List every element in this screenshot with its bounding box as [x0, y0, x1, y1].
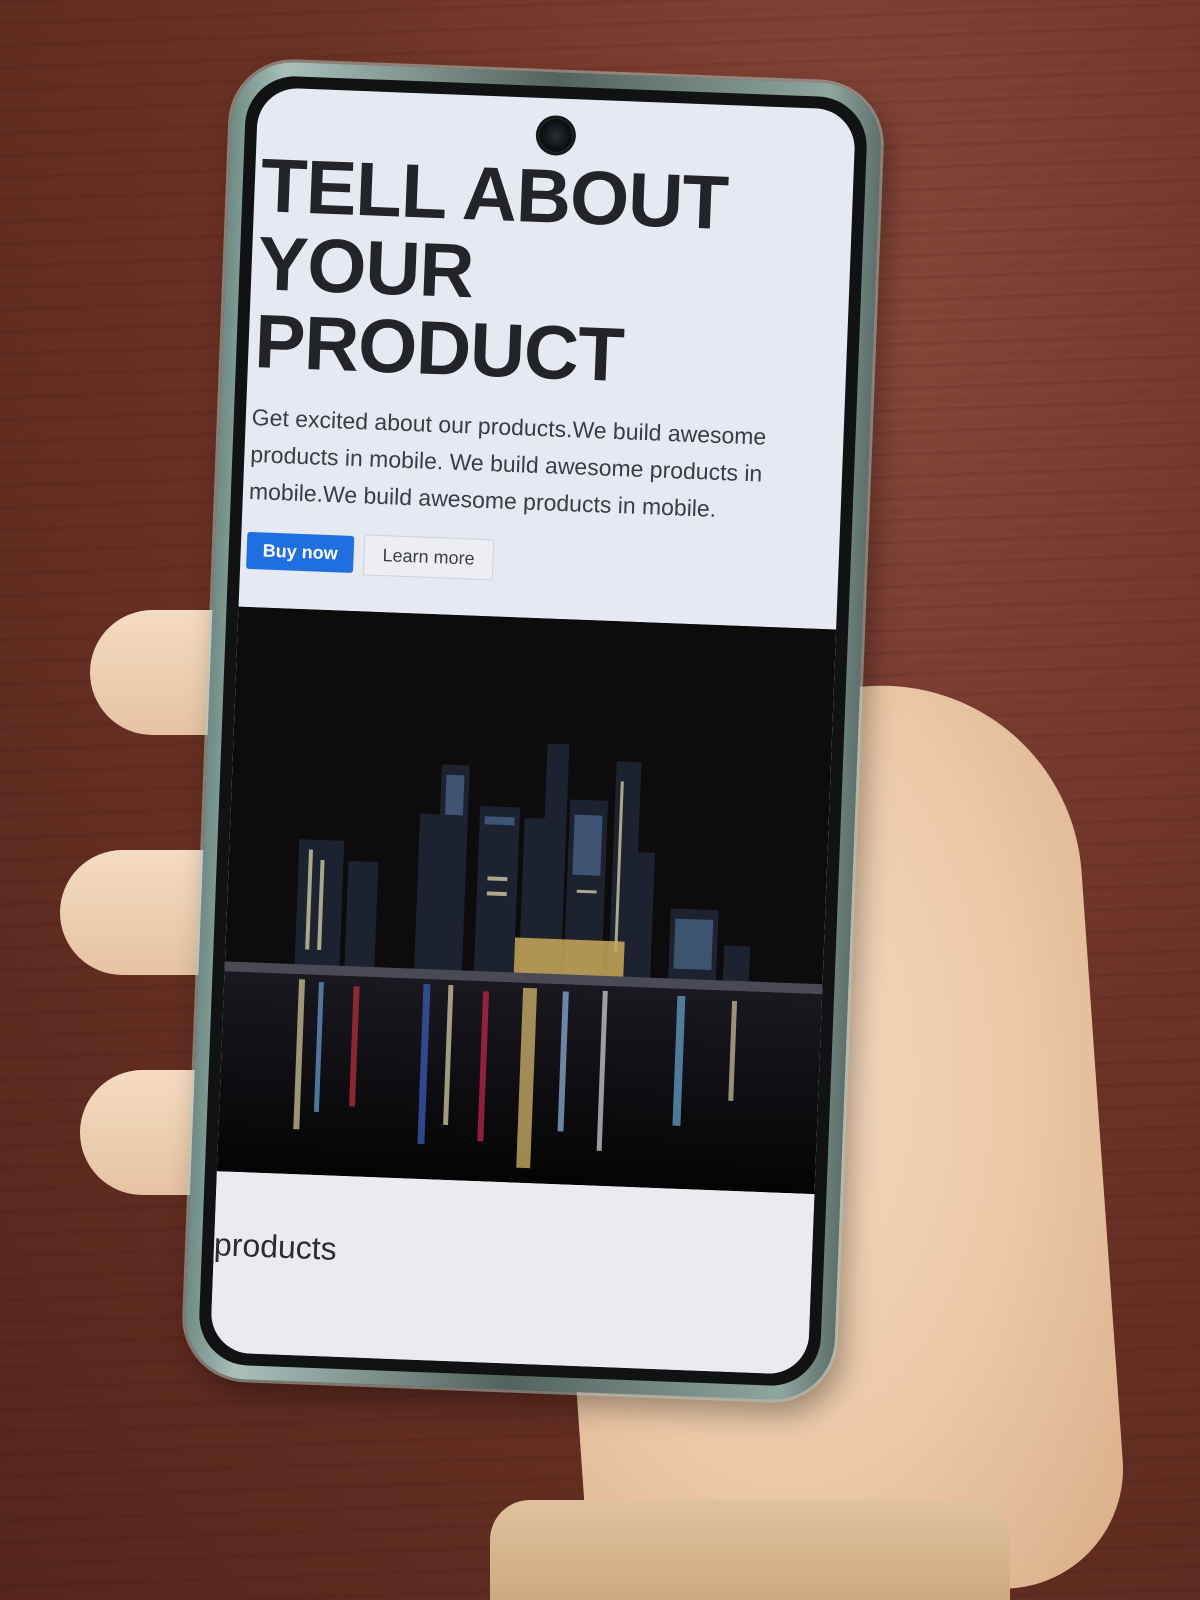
phone-screen: TELL ABOUT YOUR PRODUCT Get excited abou…: [209, 86, 857, 1376]
hero-description: Get excited about our products.We build …: [248, 403, 767, 522]
hero-title: TELL ABOUT YOUR PRODUCT: [253, 143, 834, 403]
buy-now-button[interactable]: Buy now: [246, 531, 355, 573]
products-section: products: [209, 1171, 815, 1376]
hero-section: TELL ABOUT YOUR PRODUCT Get excited abou…: [240, 87, 856, 594]
products-heading: products: [213, 1226, 338, 1267]
skyline-graphic: [216, 606, 837, 1195]
sleeve: [490, 1500, 1010, 1600]
phone: TELL ABOUT YOUR PRODUCT Get excited abou…: [182, 60, 884, 1402]
learn-more-button[interactable]: Learn more: [362, 534, 495, 581]
city-skyline-image: [216, 606, 837, 1195]
phone-bezel: TELL ABOUT YOUR PRODUCT Get excited abou…: [197, 74, 869, 1388]
hero-actions: Buy now Learn more: [246, 530, 819, 593]
